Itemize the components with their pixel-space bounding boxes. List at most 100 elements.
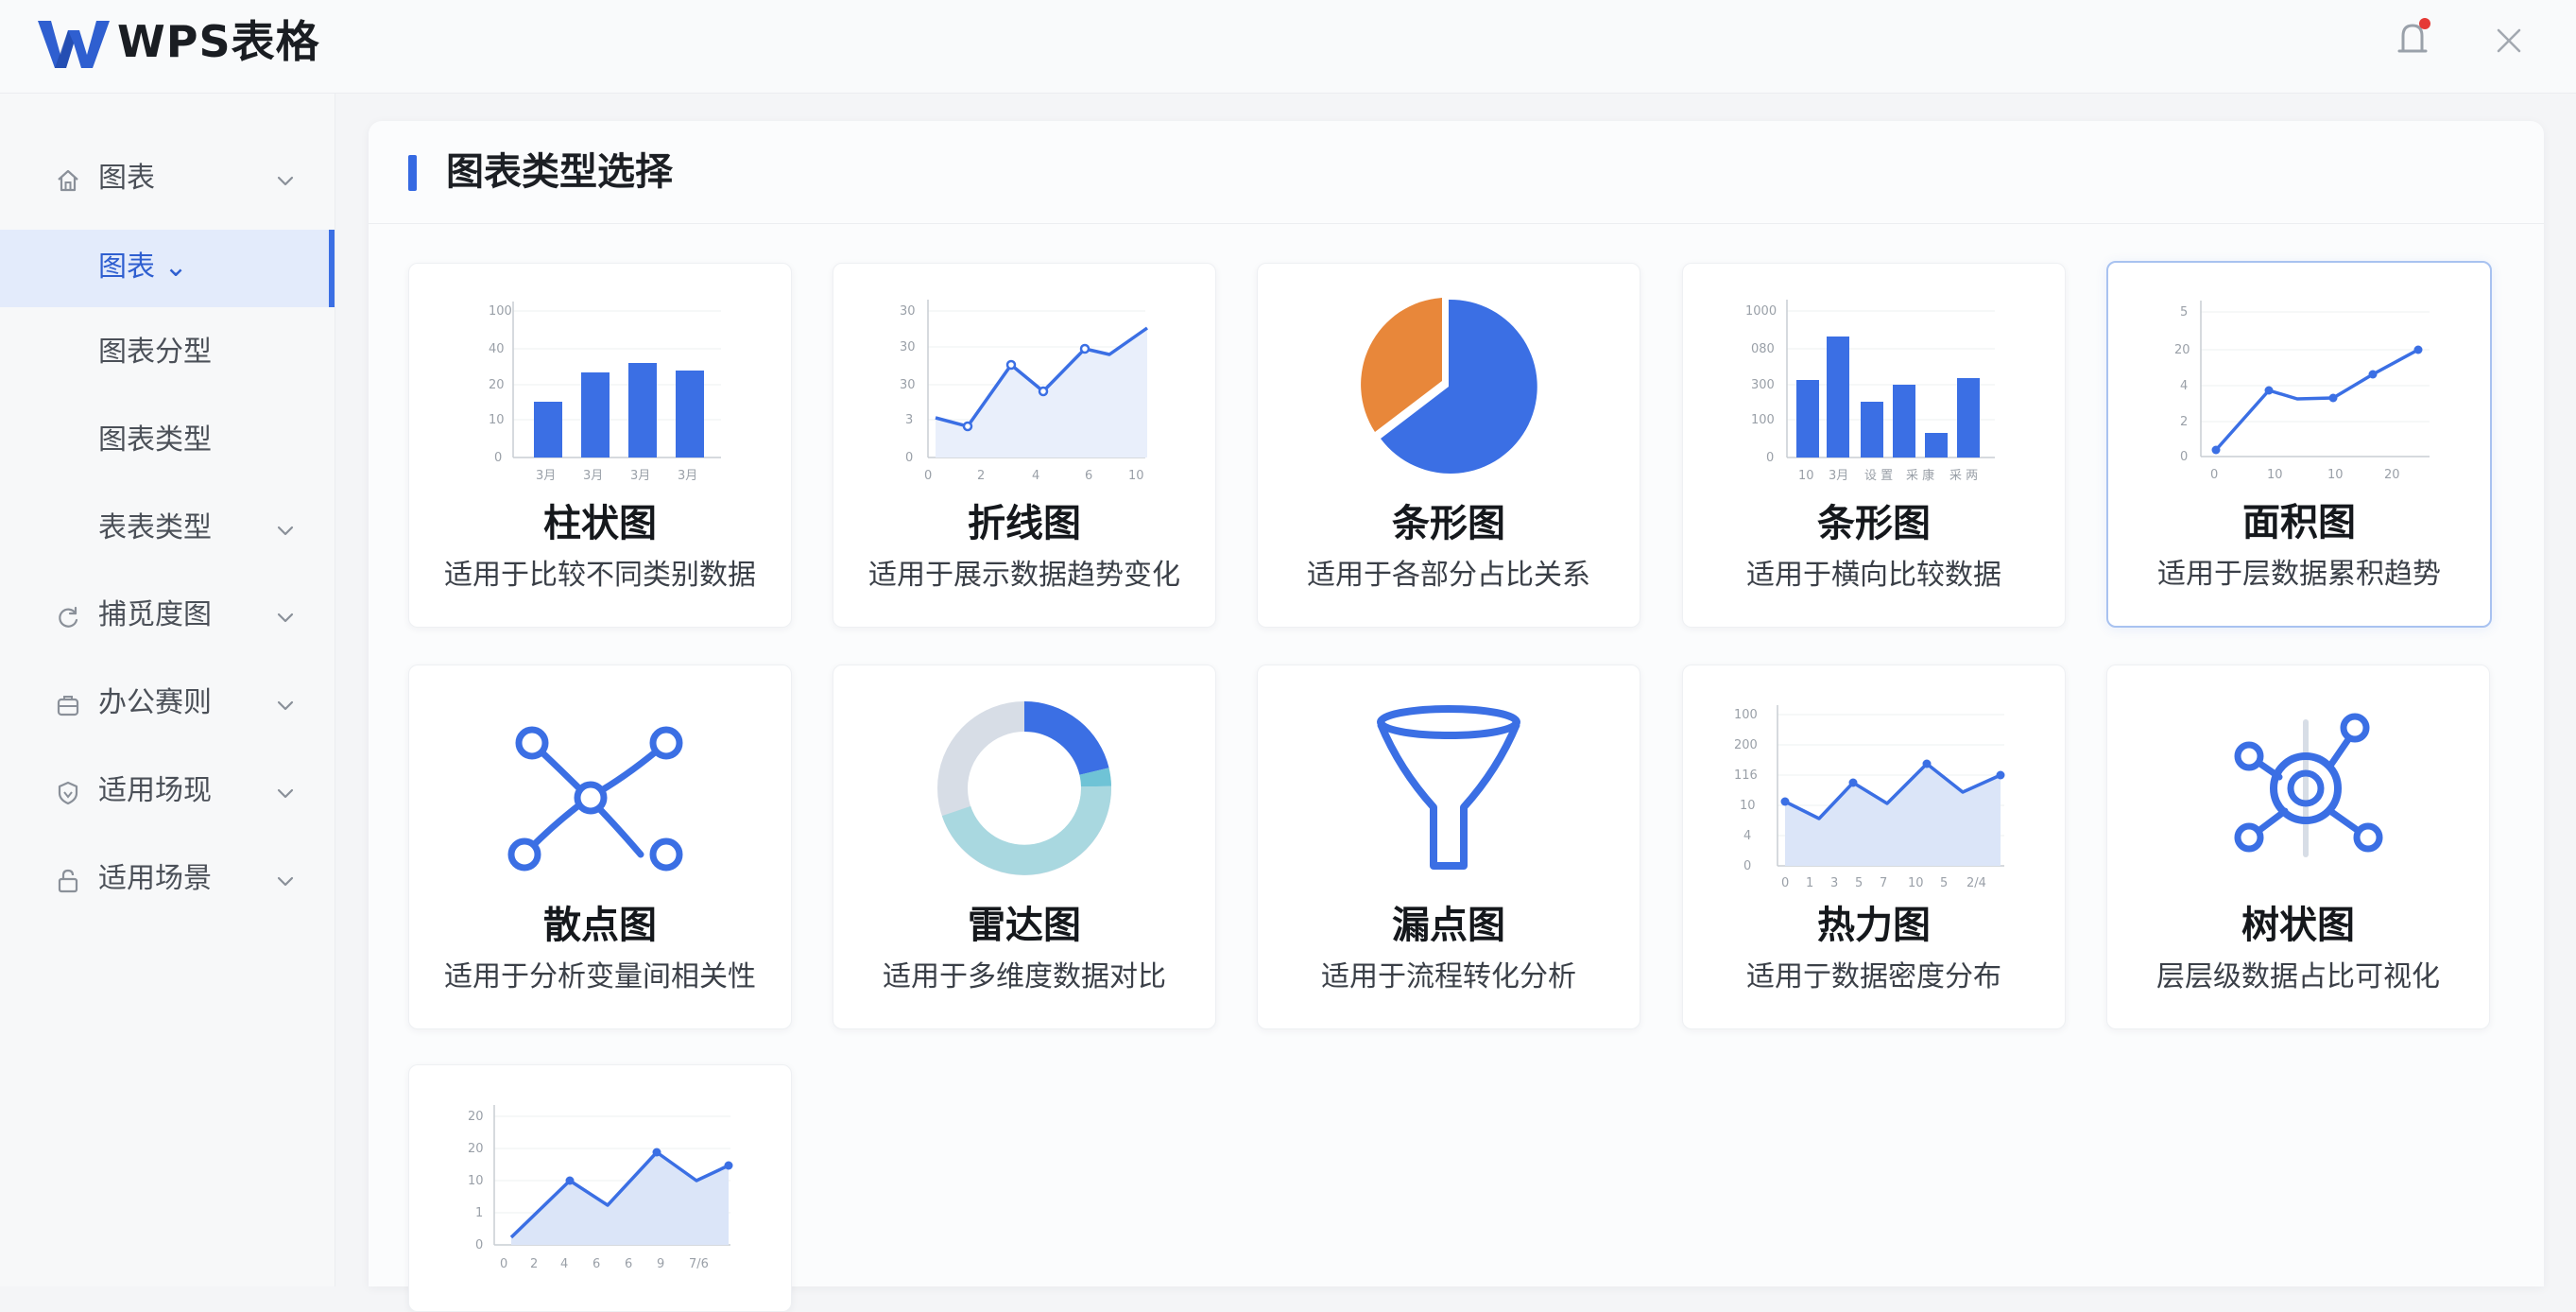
chart-card-tree[interactable]: 树状图 层层级数据占比可视化 xyxy=(2106,665,2490,1029)
tick-label: 采 两 xyxy=(1949,469,1978,483)
sidebar-item-chart-category[interactable]: 图表分型 xyxy=(0,315,335,392)
tree-hub-icon xyxy=(2234,713,2383,857)
chart-card-title: 树状图 xyxy=(2241,904,2355,947)
tick-label: 1000 xyxy=(1745,304,1777,319)
sidebar-item-chart[interactable]: 图表 xyxy=(0,141,335,218)
tick-label: 30 xyxy=(900,378,916,392)
chart-card-description: 适用于多维度数据对比 xyxy=(883,960,1166,993)
tick-label: 7 xyxy=(1880,876,1887,890)
tick-label: 1 xyxy=(475,1206,483,1220)
top-bar: WPS表格 xyxy=(0,0,2576,94)
chart-card-description: 适用于展示数据趋势变化 xyxy=(868,559,1180,592)
tick-label: 10 xyxy=(489,413,505,427)
tick-label: 0 xyxy=(905,451,913,465)
chevron-down-icon xyxy=(277,613,294,623)
chart-card-area[interactable]: 5 20 4 2 0 0 10 10 20 面积图 适用于层数据累积趋势 xyxy=(2106,261,2492,628)
tick-label: 10 xyxy=(1908,876,1924,890)
tick-label: 0 xyxy=(494,451,502,465)
chevron-down-icon xyxy=(277,876,294,887)
area-chart-icon: 20 20 10 1 0 0 2 4 6 6 9 7/6 xyxy=(468,1105,733,1271)
chart-card-heatmap[interactable]: 100 200 116 10 4 0 0 1 3 5 7 10 5 2/4 热力… xyxy=(1682,665,2066,1029)
sidebar-item-label: 适用场景 xyxy=(98,862,212,895)
sidebar-item-label: 图表分型 xyxy=(98,336,212,369)
tick-label: 4 xyxy=(560,1257,568,1271)
sidebar-item-label: 捕觅度图 xyxy=(98,598,212,631)
area-chart-icon: 5 20 4 2 0 0 10 10 20 xyxy=(2174,301,2430,482)
sidebar-item-density-chart[interactable]: 捕觅度图 xyxy=(0,578,335,655)
pie-chart-icon xyxy=(1361,298,1537,474)
sidebar-item-chart-type[interactable]: 图表类型 xyxy=(0,403,335,480)
sidebar-item-scenario-1[interactable]: 适用场现 xyxy=(0,753,335,831)
notification-bell-icon[interactable] xyxy=(2391,17,2434,64)
tick-label: 6 xyxy=(625,1257,632,1271)
sidebar-item-label: 图表 xyxy=(98,162,155,195)
tick-label: 116 xyxy=(1734,768,1758,783)
tick-label: 2/4 xyxy=(1966,876,1986,890)
chart-card-description: 适用于横向比较数据 xyxy=(1746,559,2001,592)
chart-card-radar[interactable]: 雷达图 适用于多维度数据对比 xyxy=(833,665,1216,1029)
chart-card-line[interactable]: 30 30 30 3 0 0 2 4 6 10 折线图 适用于展示数据趋势变化 xyxy=(833,263,1216,628)
sidebar-item-table-type[interactable]: 表表类型 xyxy=(0,491,335,568)
tick-label: 3月 xyxy=(630,469,650,483)
chart-card-title: 折线图 xyxy=(968,502,1081,545)
tick-label: 0 xyxy=(1781,876,1789,890)
chart-card-description: 适用于分析变量间相关性 xyxy=(444,960,756,993)
tick-label: 40 xyxy=(489,342,505,356)
chevron-down-icon xyxy=(277,176,294,186)
title-accent-bar xyxy=(408,155,417,191)
tick-label: 10 xyxy=(1798,469,1814,483)
chart-card-title: 漏点图 xyxy=(1392,904,1505,947)
tick-label: 2 xyxy=(530,1257,538,1271)
sidebar-item-office[interactable]: 办公赛则 xyxy=(0,665,335,743)
tick-label: 20 xyxy=(2384,468,2400,482)
chart-card-scatter[interactable]: 散点图 适用于分析变量间相关性 xyxy=(408,665,792,1029)
chart-card-funnel[interactable]: 漏点图 适用于流程转化分析 xyxy=(1257,665,1640,1029)
tick-label: 080 xyxy=(1751,342,1775,356)
tick-label: 0 xyxy=(2180,450,2188,464)
chart-card-title: 散点图 xyxy=(543,904,657,947)
sidebar-item-label: 适用场现 xyxy=(98,774,212,807)
tick-label: 100 xyxy=(1734,708,1758,722)
close-icon[interactable] xyxy=(2491,23,2527,59)
chart-card-title: 热力图 xyxy=(1817,904,1931,947)
tick-label: 5 xyxy=(1940,876,1948,890)
tick-label: 5 xyxy=(2180,305,2188,319)
sidebar-item-chart-sub[interactable]: 图表 ⌄ xyxy=(0,230,335,307)
tick-label: 20 xyxy=(468,1142,484,1156)
chart-card-column[interactable]: 100 40 20 10 0 3月 3月 3月 3月 柱状图 适用于比较不同类别… xyxy=(408,263,792,628)
area-trend-icon: 100 200 116 10 4 0 0 1 3 5 7 10 5 2/4 xyxy=(1734,705,2005,890)
tick-label: 5 xyxy=(1855,876,1863,890)
tick-label: 6 xyxy=(592,1257,600,1271)
chart-card-title: 条形图 xyxy=(1817,502,1931,545)
tick-label: 100 xyxy=(1751,413,1775,427)
sidebar-item-scenario-2[interactable]: 适用场景 xyxy=(0,841,335,919)
chart-card-title: 面积图 xyxy=(2242,501,2356,544)
wps-logo-icon xyxy=(38,21,110,68)
home-icon xyxy=(58,169,78,192)
chevron-down-icon xyxy=(277,700,294,711)
tick-label: 10 xyxy=(1128,469,1144,483)
tick-label: 1 xyxy=(1806,876,1813,890)
panel-header: 图表类型选择 xyxy=(369,121,2544,224)
chart-card-pie[interactable]: 条形图 适用于各部分占比关系 xyxy=(1257,263,1640,628)
sidebar-item-label: 图表类型 xyxy=(98,423,212,457)
tick-label: 300 xyxy=(1751,378,1775,392)
chart-card-description: 层层级数据占比可视化 xyxy=(2156,960,2440,993)
tick-label: 2 xyxy=(977,469,985,483)
chart-card-area-2[interactable]: 20 20 10 1 0 0 2 4 6 6 9 7/6 xyxy=(408,1064,792,1312)
bar-chart-icon: 1000 080 300 100 0 10 3月 设 置 采 康 采 两 xyxy=(1745,300,1995,483)
page-title: 图表类型选择 xyxy=(446,150,673,194)
chart-card-bar[interactable]: 1000 080 300 100 0 10 3月 设 置 采 康 采 两 条形图… xyxy=(1682,263,2066,628)
tick-label: 0 xyxy=(475,1238,483,1252)
donut-chart-icon xyxy=(937,700,1112,875)
tick-label: 0 xyxy=(500,1257,507,1271)
tick-label: 0 xyxy=(924,469,932,483)
tick-label: 3月 xyxy=(583,469,603,483)
tick-label: 9 xyxy=(657,1257,664,1271)
tick-label: 10 xyxy=(1740,799,1756,813)
tick-label: 3 xyxy=(905,413,913,427)
tick-label: 采 康 xyxy=(1906,468,1934,483)
refresh-icon xyxy=(59,606,78,628)
tick-label: 7/6 xyxy=(689,1257,709,1271)
sidebar-item-label: 表表类型 xyxy=(98,511,212,544)
